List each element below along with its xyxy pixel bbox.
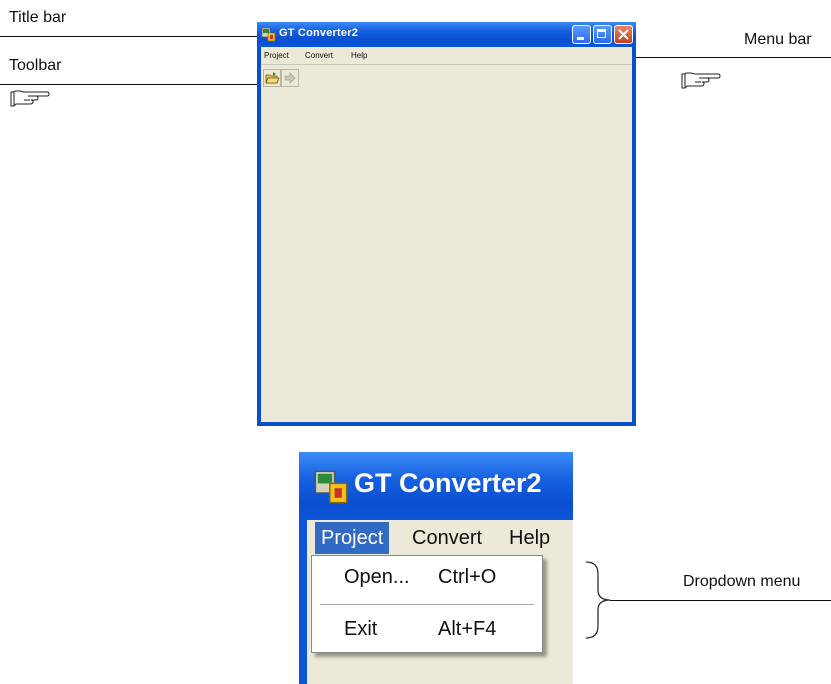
maximize-button[interactable] — [593, 25, 612, 44]
menu-project[interactable]: Project — [315, 522, 390, 554]
menu-item-label: Open... — [344, 566, 410, 588]
menu-project[interactable]: Project — [264, 51, 289, 60]
menu-separator — [320, 604, 534, 605]
zoomed-title-bar[interactable]: GT Converter2 — [299, 452, 573, 520]
menu-item-exit[interactable]: Exit Alt+F4 — [312, 618, 542, 646]
close-button[interactable] — [614, 25, 633, 44]
close-icon — [618, 29, 629, 40]
app-icon — [261, 27, 276, 42]
menu-item-shortcut: Alt+F4 — [438, 618, 497, 640]
arrow-right-icon — [284, 72, 296, 84]
zoomed-menu-bar: Project Convert Help — [307, 520, 573, 556]
toolbar-leader-line — [0, 84, 265, 85]
zoomed-client-area: Project Convert Help Open... Ctrl+O Exit… — [307, 520, 573, 684]
minimize-icon — [577, 37, 584, 40]
menu-help[interactable]: Help — [503, 522, 556, 554]
menu-bar-annotation: Menu bar — [744, 31, 812, 48]
minimize-button[interactable] — [572, 25, 591, 44]
menu-help[interactable]: Help — [351, 51, 367, 60]
app-icon — [314, 470, 348, 504]
window-title: GT Converter2 — [279, 27, 359, 39]
zoomed-window-detail: GT Converter2 Project Convert Help Open.… — [299, 452, 573, 684]
maximize-icon — [597, 29, 606, 38]
menu-bar: Project Convert Help — [261, 47, 632, 63]
pointing-hand-icon — [10, 90, 50, 107]
curly-brace — [585, 561, 611, 639]
convert-button[interactable] — [281, 69, 299, 87]
open-button[interactable] — [263, 69, 281, 87]
menu-item-shortcut: Ctrl+O — [438, 566, 497, 588]
pointing-hand-icon — [681, 72, 721, 89]
menu-separator — [261, 64, 632, 65]
application-window: GT Converter2 Project Convert Help — [257, 22, 636, 426]
dropdown-leader-line — [610, 600, 831, 601]
menu-convert[interactable]: Convert — [406, 522, 488, 554]
toolbar-annotation: Toolbar — [9, 57, 62, 74]
window-client-area: Project Convert Help — [261, 47, 632, 422]
title-bar-leader-line — [0, 36, 262, 37]
open-folder-icon — [265, 72, 280, 84]
zoomed-window-title: GT Converter2 — [354, 468, 542, 498]
project-dropdown-menu: Open... Ctrl+O Exit Alt+F4 — [311, 555, 543, 653]
menu-item-label: Exit — [344, 618, 378, 640]
menu-item-open[interactable]: Open... Ctrl+O — [312, 566, 542, 594]
title-bar-annotation: Title bar — [9, 9, 67, 26]
menu-convert[interactable]: Convert — [305, 51, 333, 60]
title-bar[interactable]: GT Converter2 — [257, 22, 636, 47]
dropdown-menu-annotation: Dropdown menu — [683, 573, 801, 590]
